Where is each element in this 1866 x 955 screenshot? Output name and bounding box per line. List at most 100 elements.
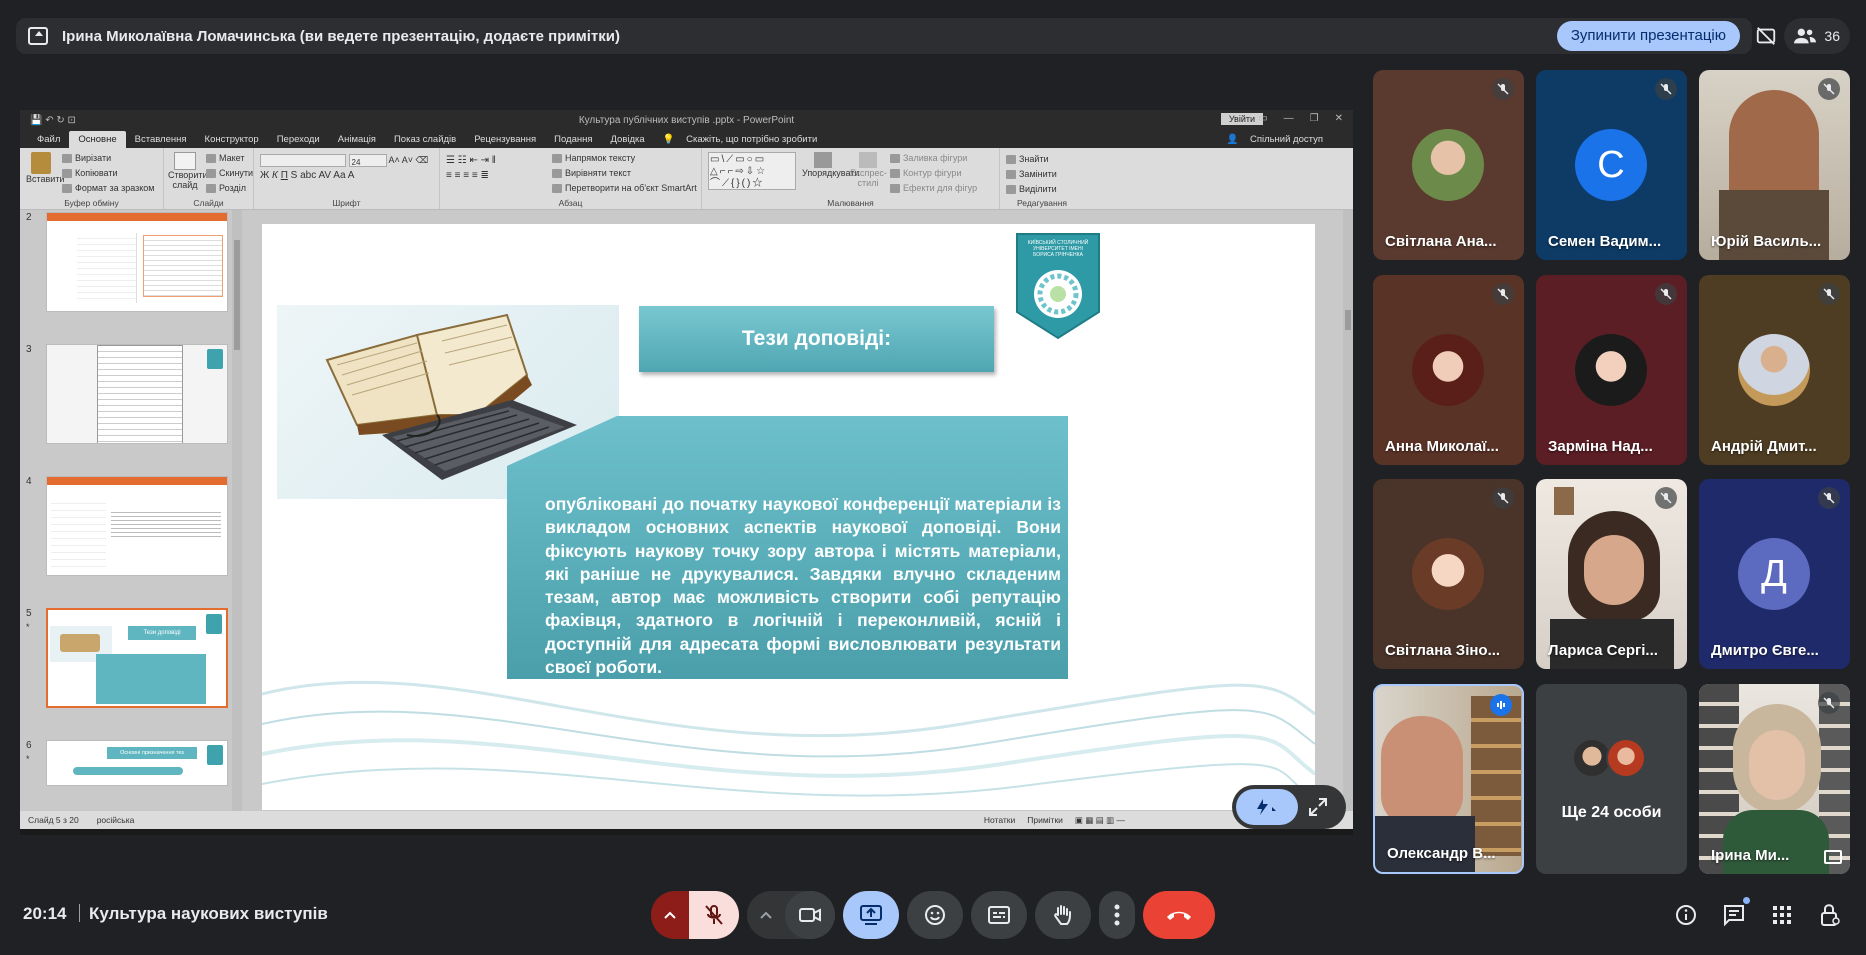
annotate-button[interactable]: [1236, 789, 1298, 825]
font-format-buttons[interactable]: Ж К П S abc AV Aa A: [260, 168, 433, 183]
avatar-letter: Д: [1738, 538, 1810, 610]
participant-tile[interactable]: Д Дмитро Євге...: [1699, 479, 1850, 669]
arrange-button[interactable]: Упорядкувати: [802, 152, 859, 178]
expand-icon: [1309, 798, 1327, 816]
host-controls-button[interactable]: [1812, 897, 1848, 933]
hand-icon: [1054, 905, 1071, 925]
participant-tile[interactable]: Зарміна Над...: [1536, 275, 1687, 465]
fullscreen-button[interactable]: [1298, 789, 1338, 825]
shape-effects-button[interactable]: Ефекти для фігур: [890, 181, 977, 196]
layout-button[interactable]: Макет: [206, 151, 253, 166]
view-buttons[interactable]: ▣ ▦ ▤ ▥ —: [1075, 815, 1125, 826]
thumbnail-slide-4[interactable]: 4: [20, 474, 230, 599]
leave-call-button[interactable]: [1143, 891, 1215, 939]
activities-button[interactable]: [1764, 897, 1800, 933]
thumbnail-slide-3[interactable]: 3: [20, 342, 230, 467]
slide-scrollbar[interactable]: [1343, 210, 1353, 811]
font-name-select[interactable]: [260, 154, 346, 168]
thumbnails-scrollbar[interactable]: [232, 210, 242, 811]
language-indicator[interactable]: російська: [97, 815, 135, 825]
participant-name: Світлана Зіно...: [1385, 642, 1501, 659]
avatar: [1606, 738, 1646, 778]
reactions-button[interactable]: [907, 891, 963, 939]
tab-home[interactable]: Основне: [69, 131, 126, 148]
participant-tile[interactable]: Ірина Ми...: [1699, 684, 1850, 874]
paragraph-buttons[interactable]: ☰ ☷ ⇤ ⇥ ‖ ≡ ≡ ≡ ≡ ≣: [446, 153, 496, 183]
participant-tile[interactable]: Світлана Ана...: [1373, 70, 1524, 260]
participant-name: Світлана Ана...: [1385, 233, 1497, 250]
video-camera-icon: [799, 908, 821, 922]
ppt-login-button[interactable]: Увійти: [1220, 113, 1263, 125]
smartart-button[interactable]: Перетворити на об'єкт SmartArt: [552, 181, 697, 196]
participant-name: Андрій Дмит...: [1711, 438, 1817, 455]
shape-outline-button[interactable]: Контур фігури: [890, 166, 977, 181]
participant-name: Семен Вадим...: [1548, 233, 1662, 250]
participants-button[interactable]: 36: [1784, 18, 1850, 54]
meeting-info-button[interactable]: [1668, 897, 1704, 933]
participant-tile[interactable]: Світлана Зіно...: [1373, 479, 1524, 669]
thumbnail-image-selected: Тези доповіді: [46, 608, 228, 708]
thumbnail-slide-5[interactable]: 5 * Тези доповіді: [20, 606, 230, 731]
align-text-button[interactable]: Вирівняти текст: [552, 166, 697, 181]
shapes-gallery[interactable]: ▭\⟋▭○▭ △⌐⌐⇨⇩☆ ⌒⟋{}()☆: [708, 152, 796, 190]
participant-name: Юрій Василь...: [1711, 233, 1822, 250]
mic-toggle-button[interactable]: [689, 891, 739, 939]
new-slide-button[interactable]: Створити слайд: [168, 152, 208, 190]
captions-button[interactable]: [971, 891, 1027, 939]
participant-name: Анна Миколаї...: [1385, 438, 1499, 455]
tab-transitions[interactable]: Переходи: [268, 131, 329, 148]
participant-tile[interactable]: С Семен Вадим...: [1536, 70, 1687, 260]
group-label: Шрифт: [332, 198, 361, 208]
tab-slideshow[interactable]: Показ слайдів: [385, 131, 465, 148]
group-label: Слайди: [193, 198, 224, 208]
section-button[interactable]: Розділ: [206, 181, 253, 196]
reset-button[interactable]: Скинути: [206, 166, 253, 181]
participant-tile[interactable]: Лариса Сергі...: [1536, 479, 1687, 669]
tab-file[interactable]: Файл: [28, 131, 69, 148]
participant-tile-speaking[interactable]: Олександр В...: [1373, 684, 1524, 874]
chat-button[interactable]: [1716, 897, 1752, 933]
tab-view[interactable]: Подання: [545, 131, 601, 148]
more-vert-icon: [1114, 904, 1120, 926]
thumbnail-slide-6[interactable]: 6 * Основні призначення тез: [20, 738, 230, 863]
mic-options-button[interactable]: [651, 891, 689, 939]
present-button[interactable]: [843, 891, 899, 939]
tab-animations[interactable]: Анімація: [329, 131, 385, 148]
text-direction-button[interactable]: Напрямок тексту: [552, 151, 697, 166]
participant-tile[interactable]: Анна Миколаї...: [1373, 275, 1524, 465]
participant-tile[interactable]: Андрій Дмит...: [1699, 275, 1850, 465]
raise-hand-button[interactable]: [1035, 891, 1091, 939]
tab-design[interactable]: Конструктор: [196, 131, 268, 148]
more-participants-tile[interactable]: Ще 24 особи: [1536, 684, 1687, 874]
tab-help[interactable]: Довідка: [602, 131, 654, 148]
info-icon: [1676, 905, 1696, 925]
share-button[interactable]: 👤 Спільний доступ: [1217, 131, 1341, 148]
stop-presenting-button[interactable]: Зупинити презентацію: [1556, 21, 1740, 51]
window-controls[interactable]: ▭ — ❐ ✕: [1258, 113, 1343, 124]
camera-toggle-button[interactable]: [785, 891, 835, 939]
ppt-file-title: Культура публічних виступів .pptx - Powe…: [578, 114, 795, 126]
notes-button[interactable]: Нотатки: [984, 815, 1015, 826]
find-button[interactable]: Знайти: [1006, 152, 1078, 167]
captions-off-icon[interactable]: [1748, 18, 1784, 54]
cut-button[interactable]: Вирізати: [62, 151, 155, 166]
replace-button[interactable]: Замінити: [1006, 167, 1078, 182]
tell-me-search[interactable]: 💡 Скажіть, що потрібно зробити: [654, 131, 836, 148]
tab-insert[interactable]: Вставлення: [126, 131, 196, 148]
camera-options-button[interactable]: [747, 891, 785, 939]
participant-tile[interactable]: Юрій Василь...: [1699, 70, 1850, 260]
copy-button[interactable]: Копіювати: [62, 166, 155, 181]
select-button[interactable]: Виділити: [1006, 182, 1078, 197]
thumbnail-slide-2[interactable]: 2: [20, 210, 230, 335]
format-painter-button[interactable]: Формат за зразком: [62, 181, 155, 196]
more-options-button[interactable]: [1099, 891, 1135, 939]
quick-styles-button[interactable]: Експрес-стилі: [850, 152, 887, 188]
font-size-select[interactable]: 24: [348, 154, 387, 168]
participant-name: Олександр В...: [1387, 845, 1496, 862]
shape-fill-button[interactable]: Заливка фігури: [890, 151, 977, 166]
apps-grid-icon: [1773, 906, 1791, 924]
thumbnail-image: Основні призначення тез: [46, 740, 228, 786]
tab-review[interactable]: Рецензування: [465, 131, 545, 148]
comments-button[interactable]: Примітки: [1027, 815, 1063, 826]
paste-button[interactable]: Вставити: [26, 152, 65, 184]
